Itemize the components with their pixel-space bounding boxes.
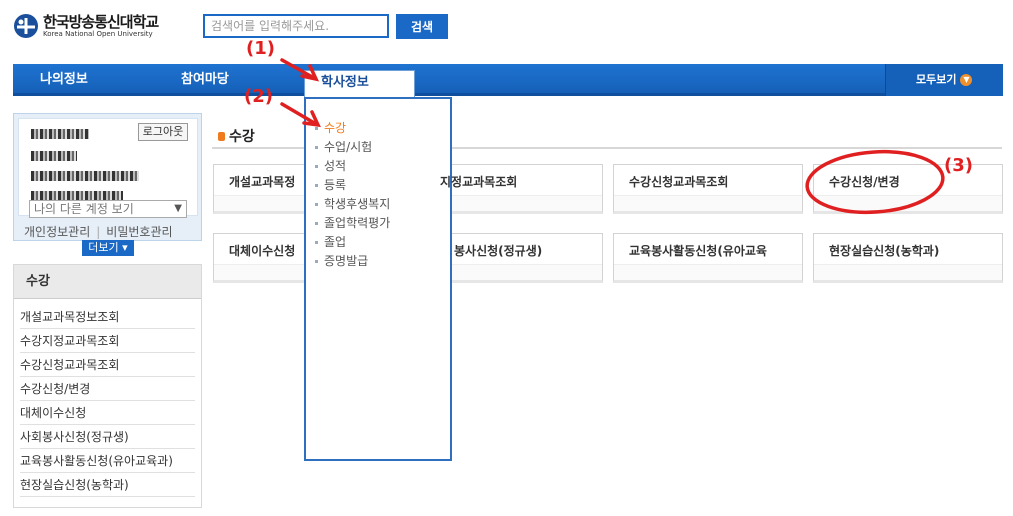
card-registration-change[interactable]: 수강신청/변경 [813, 164, 1003, 214]
dropdown-item-course[interactable]: 수강 [314, 119, 450, 138]
nav-item-my-info[interactable]: 나의정보 [40, 64, 88, 96]
more-button[interactable]: 더보기 ▾ [82, 240, 134, 256]
chevron-down-icon: ▼ [174, 203, 182, 214]
academic-dropdown-menu: 수강 수업/시험 성적 등록 학생후생복지 졸업학력평가 졸업 증명발급 [304, 97, 452, 461]
view-all-label: 모두보기 [916, 73, 957, 86]
bullet-icon [218, 132, 225, 141]
main-nav-bar: 나의정보 참여마당 학사정보 모두보기 ▼ [13, 64, 1003, 100]
dropdown-item-graduation[interactable]: 졸업 [314, 233, 450, 252]
card-education-service[interactable]: 교육봉사활동신청(유아교육 [613, 233, 803, 283]
nav-item-academic-info[interactable]: 학사정보 [304, 70, 415, 100]
nav-item-participation[interactable]: 참여마당 [181, 64, 229, 96]
card-registered-courses[interactable]: 수강신청교과목조회 [613, 164, 803, 214]
more-label: 더보기 [88, 241, 119, 254]
dropdown-item-class-exam[interactable]: 수업/시험 [314, 138, 450, 157]
dropdown-item-registration[interactable]: 등록 [314, 176, 450, 195]
side-item-field-practice[interactable]: 현장실습신청(농학과) [20, 473, 195, 497]
account-select[interactable]: 나의 다른 계정 보기 ▼ [29, 200, 187, 218]
side-menu-title: 수강 [14, 265, 201, 299]
side-item-registered-courses[interactable]: 수강신청교과목조회 [20, 353, 195, 377]
side-menu: 수강 개설교과목정보조회 수강지정교과목조회 수강신청교과목조회 수강신청/변경… [13, 264, 202, 508]
side-item-substitute[interactable]: 대체이수신청 [20, 401, 195, 425]
search-button[interactable]: 검색 [396, 14, 448, 39]
logo-korean-text: 한국방송통신대학교 [43, 12, 159, 31]
logout-button[interactable]: 로그아웃 [138, 123, 188, 141]
university-logo[interactable]: 한국방송통신대학교 Korea National Open University [13, 12, 191, 40]
logo-english-text: Korea National Open University [43, 29, 153, 38]
dropdown-item-welfare[interactable]: 학생후생복지 [314, 195, 450, 214]
chevron-down-icon: ▼ [960, 74, 973, 86]
annotation-step-2: (2) [244, 86, 273, 107]
dropdown-item-grad-eval[interactable]: 졸업학력평가 [314, 214, 450, 233]
user-links: 개인정보관리 | 비밀번호관리 [24, 223, 173, 240]
link-separator: | [96, 225, 101, 239]
annotation-step-1: (1) [246, 38, 275, 59]
logo-mark-icon [14, 14, 38, 38]
page-title: 수강 [218, 126, 255, 146]
password-link[interactable]: 비밀번호관리 [106, 225, 172, 239]
side-item-education-service[interactable]: 교육봉사활동신청(유아교육과) [20, 449, 195, 473]
side-item-designated-courses[interactable]: 수강지정교과목조회 [20, 329, 195, 353]
annotation-step-3: (3) [944, 155, 973, 176]
profile-link[interactable]: 개인정보관리 [24, 225, 90, 239]
card-field-practice[interactable]: 현장실습신청(농학과) [813, 233, 1003, 283]
side-item-registration-change[interactable]: 수강신청/변경 [20, 377, 195, 401]
side-item-course-info[interactable]: 개설교과목정보조회 [20, 305, 195, 329]
side-item-social-service[interactable]: 사회봉사신청(정규생) [20, 425, 195, 449]
search-input[interactable] [203, 14, 389, 38]
dropdown-item-certificate[interactable]: 증명발급 [314, 252, 450, 271]
view-all-button[interactable]: 모두보기 ▼ [885, 64, 1003, 96]
dropdown-item-grades[interactable]: 성적 [314, 157, 450, 176]
account-select-value: 나의 다른 계정 보기 [34, 202, 134, 216]
